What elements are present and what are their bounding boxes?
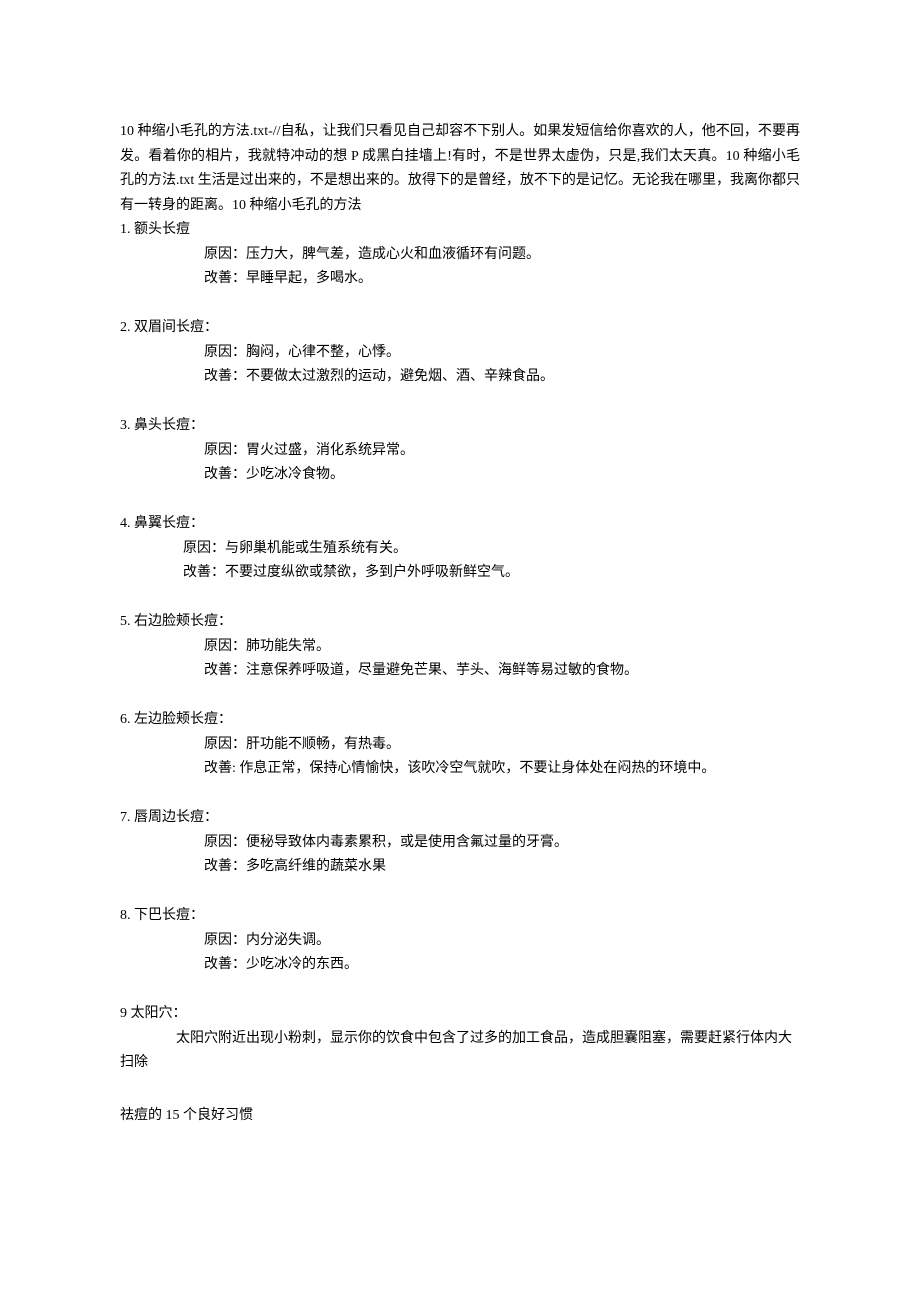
list-item: 5. 右边脸颊长痘：原因：肺功能失常。改善：注意保养呼吸道，尽量避免芒果、芋头、…: [120, 610, 800, 708]
item-line: 原因：压力大，脾气差，造成心火和血液循环有问题。: [120, 243, 800, 268]
item-line: 改善：少吃冰冷食物。: [120, 463, 800, 488]
item-header: 3. 鼻头长痘：: [120, 414, 800, 439]
item-header: 8. 下巴长痘：: [120, 904, 800, 929]
item-line: 改善：多吃高纤维的蔬菜水果: [120, 855, 800, 880]
list-item: 3. 鼻头长痘：原因：胃火过盛，消化系统异常。改善：少吃冰冷食物。: [120, 414, 800, 512]
item-gap: [120, 390, 800, 415]
item-line: 原因：与卵巢机能或生殖系统有关。: [120, 537, 800, 562]
item-line: 改善：早睡早起，多喝水。: [120, 267, 800, 292]
items-list: 1. 额头长痘原因：压力大，脾气差，造成心火和血液循环有问题。改善：早睡早起，多…: [120, 218, 800, 1002]
item-gap: [120, 880, 800, 905]
item-line: 原因：肝功能不顺畅，有热毒。: [120, 733, 800, 758]
item-gap: [120, 684, 800, 709]
item-line: 改善：少吃冰冷的东西。: [120, 953, 800, 978]
list-item: 2. 双眉间长痘：原因：胸闷，心律不整，心悸。改善：不要做太过激烈的运动，避免烟…: [120, 316, 800, 414]
list-item: 8. 下巴长痘：原因：内分泌失调。改善：少吃冰冷的东西。: [120, 904, 800, 1002]
item-line: 原因：肺功能失常。: [120, 635, 800, 660]
item-9: 9 太阳穴： 太阳穴附近出现小粉刺，显示你的饮食中包含了过多的加工食品，造成胆囊…: [120, 1002, 800, 1076]
item-9-header: 9 太阳穴：: [120, 1002, 800, 1027]
item-line: 改善：不要过度纵欲或禁欲，多到户外呼吸新鲜空气。: [120, 561, 800, 586]
item-line: 改善：不要做太过激烈的运动，避免烟、酒、辛辣食品。: [120, 365, 800, 390]
list-item: 1. 额头长痘原因：压力大，脾气差，造成心火和血液循环有问题。改善：早睡早起，多…: [120, 218, 800, 316]
item-9-body: 太阳穴附近出现小粉刺，显示你的饮食中包含了过多的加工食品，造成胆囊阻塞，需要赶紧…: [120, 1027, 800, 1076]
item-gap: [120, 586, 800, 611]
item-gap: [120, 782, 800, 807]
item-line: 改善: 作息正常，保持心情愉快，该吹冷空气就吹，不要让身体处在闷热的环境中。: [120, 757, 800, 782]
item-gap: [120, 978, 800, 1003]
item-header: 6. 左边脸颊长痘：: [120, 708, 800, 733]
item-line: 改善：注意保养呼吸道，尽量避免芒果、芋头、海鲜等易过敏的食物。: [120, 659, 800, 684]
footer-heading: 祛痘的 15 个良好习惯: [120, 1104, 800, 1129]
document-page: 10 种缩小毛孔的方法.txt-//自私，让我们只看见自己却容不下别人。如果发短…: [0, 0, 920, 1228]
list-item: 4. 鼻翼长痘：原因：与卵巢机能或生殖系统有关。改善：不要过度纵欲或禁欲，多到户…: [120, 512, 800, 610]
item-gap: [120, 488, 800, 513]
list-item: 6. 左边脸颊长痘：原因：肝功能不顺畅，有热毒。改善: 作息正常，保持心情愉快，…: [120, 708, 800, 806]
item-line: 原因：便秘导致体内毒素累积，或是使用含氟过量的牙膏。: [120, 831, 800, 856]
item-header: 1. 额头长痘: [120, 218, 800, 243]
item-line: 原因：内分泌失调。: [120, 929, 800, 954]
item-header: 7. 唇周边长痘：: [120, 806, 800, 831]
item-line: 原因：胸闷，心律不整，心悸。: [120, 341, 800, 366]
item-line: 原因：胃火过盛，消化系统异常。: [120, 439, 800, 464]
item-header: 2. 双眉间长痘：: [120, 316, 800, 341]
spacer: [120, 1076, 800, 1104]
item-gap: [120, 292, 800, 317]
list-item: 7. 唇周边长痘：原因：便秘导致体内毒素累积，或是使用含氟过量的牙膏。改善：多吃…: [120, 806, 800, 904]
intro-paragraph: 10 种缩小毛孔的方法.txt-//自私，让我们只看见自己却容不下别人。如果发短…: [120, 120, 800, 218]
item-header: 5. 右边脸颊长痘：: [120, 610, 800, 635]
item-header: 4. 鼻翼长痘：: [120, 512, 800, 537]
